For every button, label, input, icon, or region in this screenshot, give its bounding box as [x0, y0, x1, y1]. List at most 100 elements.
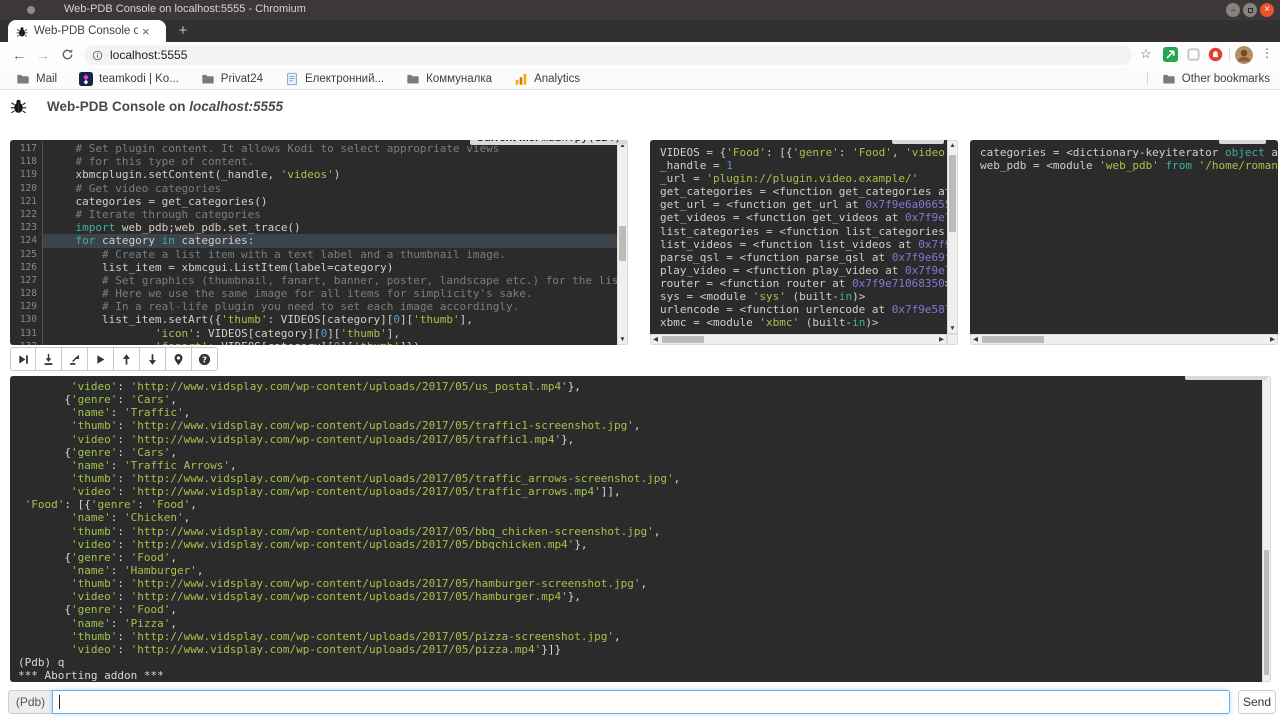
scrollbar-thumb[interactable]	[949, 155, 956, 232]
code-vertical-scrollbar[interactable]: ▲ ▼	[617, 140, 628, 345]
console-token: ,	[190, 498, 197, 511]
scroll-down-icon[interactable]: ▼	[948, 324, 957, 333]
console-token: ,	[674, 472, 681, 485]
extension-green-icon[interactable]	[1163, 47, 1178, 62]
console-token: :	[117, 577, 130, 590]
step-button[interactable]	[36, 347, 62, 371]
console-token	[18, 538, 71, 551]
window-maximize-button[interactable]	[1243, 3, 1257, 17]
scrollbar-corner	[947, 334, 958, 345]
play-icon	[94, 353, 107, 366]
bookmark-label: Коммуналка	[426, 73, 492, 85]
browser-tab[interactable]: Web-PDB Console on loca ×	[8, 20, 166, 42]
bookmark-label: Електронний...	[305, 73, 384, 85]
console-line: 'video': 'http://www.vidsplay.com/wp-con…	[18, 643, 1271, 656]
window-close-button[interactable]: ×	[1260, 3, 1274, 17]
var-token: : [{	[766, 146, 793, 159]
locals-horizontal-scrollbar[interactable]: ◀ ▶	[970, 334, 1278, 345]
send-button[interactable]: Send	[1238, 690, 1276, 714]
address-bar[interactable]: localhost:5555	[84, 45, 1132, 65]
bookmark-item[interactable]: teamkodi | Ko...	[79, 72, 179, 86]
help-button[interactable]: ?	[192, 347, 218, 371]
scrollbar-thumb[interactable]	[982, 336, 1044, 343]
scroll-up-icon[interactable]: ▲	[948, 141, 957, 150]
console-line: {'genre': 'Cars',	[18, 393, 1271, 406]
globals-horizontal-scrollbar[interactable]: ◀ ▶	[650, 334, 947, 345]
scroll-right-icon[interactable]: ▶	[1268, 335, 1277, 344]
back-button[interactable]: ←	[10, 46, 28, 64]
var-token: from	[1165, 159, 1192, 172]
console-token: *** Aborting addon ***	[18, 669, 164, 682]
scrollbar-thumb[interactable]	[1264, 550, 1269, 675]
bookmark-item[interactable]: Privat24	[201, 72, 263, 86]
other-bookmarks[interactable]: Other bookmarks	[1147, 72, 1270, 86]
line-number: 119	[10, 168, 42, 181]
where-button[interactable]	[166, 347, 192, 371]
console-token	[18, 419, 71, 432]
scrollbar-thumb[interactable]	[619, 226, 626, 261]
return-button[interactable]	[62, 347, 88, 371]
console-token: :	[117, 643, 130, 656]
scroll-left-icon[interactable]: ◀	[651, 335, 660, 344]
var-token: :	[839, 146, 852, 159]
var-token: )>	[852, 290, 865, 303]
pdb-prompt-label: (Pdb)	[8, 690, 52, 714]
code-token: list_item = xbmcgui.ListItem(label=categ…	[49, 261, 393, 274]
console-token	[18, 406, 71, 419]
var-token: 1	[726, 159, 733, 172]
bookmark-item[interactable]: Електронний...	[285, 72, 384, 86]
console-token: 'http://www.vidsplay.com/wp-content/uplo…	[131, 380, 568, 393]
globals-vertical-scrollbar[interactable]: ▲ ▼	[947, 140, 958, 334]
code-token: in	[162, 234, 175, 247]
console-token: 'http://www.vidsplay.com/wp-content/uplo…	[131, 577, 641, 590]
code-token: 'thumb'	[340, 327, 386, 340]
next-button[interactable]	[10, 347, 36, 371]
var-token: get_categories = <function get_categorie…	[660, 185, 958, 198]
bookmark-item[interactable]: Коммуналка	[406, 72, 492, 86]
bookmark-item[interactable]: Mail	[16, 72, 57, 86]
browser-menu-icon[interactable]: ⋮	[1261, 46, 1273, 60]
code-token: ],	[387, 327, 400, 340]
extension-red-icon[interactable]	[1208, 47, 1223, 62]
scroll-right-icon[interactable]: ▶	[937, 335, 946, 344]
continue-button[interactable]	[88, 347, 114, 371]
bug-favicon-icon	[16, 25, 28, 37]
code-text: # Create a list item with a text label a…	[42, 248, 628, 261]
pdb-command-input[interactable]	[52, 690, 1230, 714]
console-token	[18, 590, 71, 603]
scrollbar-thumb[interactable]	[662, 336, 704, 343]
console-line: 'Food': [{'genre': 'Food',	[18, 498, 1271, 511]
profile-avatar[interactable]	[1235, 46, 1253, 64]
extension-gray-icon[interactable]	[1186, 47, 1201, 62]
code-text: categories = get_categories()	[42, 195, 628, 208]
bookmark-star-icon[interactable]: ☆	[1140, 46, 1152, 62]
code-token: )	[334, 168, 341, 181]
up-button[interactable]	[114, 347, 140, 371]
window-minimize-button[interactable]: −	[1226, 3, 1240, 17]
console-token: 'thumb'	[71, 630, 117, 643]
console-line: {'genre': 'Food',	[18, 551, 1271, 564]
reload-button[interactable]	[58, 46, 76, 64]
line-number: 126	[10, 261, 42, 274]
console-token: 'http://www.vidsplay.com/wp-content/uplo…	[131, 433, 561, 446]
code-token: 'fanart'	[155, 340, 208, 345]
scroll-left-icon[interactable]: ◀	[971, 335, 980, 344]
var-token: (built-	[786, 290, 839, 303]
site-info-icon[interactable]	[92, 50, 103, 61]
scroll-down-icon[interactable]: ▼	[618, 335, 627, 344]
folder-icon	[1162, 72, 1176, 86]
new-tab-button[interactable]: +	[174, 22, 192, 40]
console-token: ,	[170, 617, 177, 630]
forward-button[interactable]: →	[34, 46, 52, 64]
down-button[interactable]	[140, 347, 166, 371]
var-token: (built-	[799, 316, 852, 329]
console-vertical-scrollbar[interactable]	[1262, 376, 1271, 682]
tab-close-icon[interactable]: ×	[142, 25, 150, 38]
bookmark-item[interactable]: Analytics	[514, 72, 580, 86]
code-text: # Here we use the same image for all ite…	[42, 287, 628, 300]
var-token: list_videos = <function list_videos at	[660, 238, 918, 251]
variable-line: categories = <dictionary-keyiterator obj…	[970, 146, 1278, 159]
variable-line: play_video = <function play_video at 0x7…	[650, 264, 958, 277]
code-line: 129 # In a real-life plugin you need to …	[10, 300, 628, 313]
arrow-up-icon	[120, 353, 133, 366]
